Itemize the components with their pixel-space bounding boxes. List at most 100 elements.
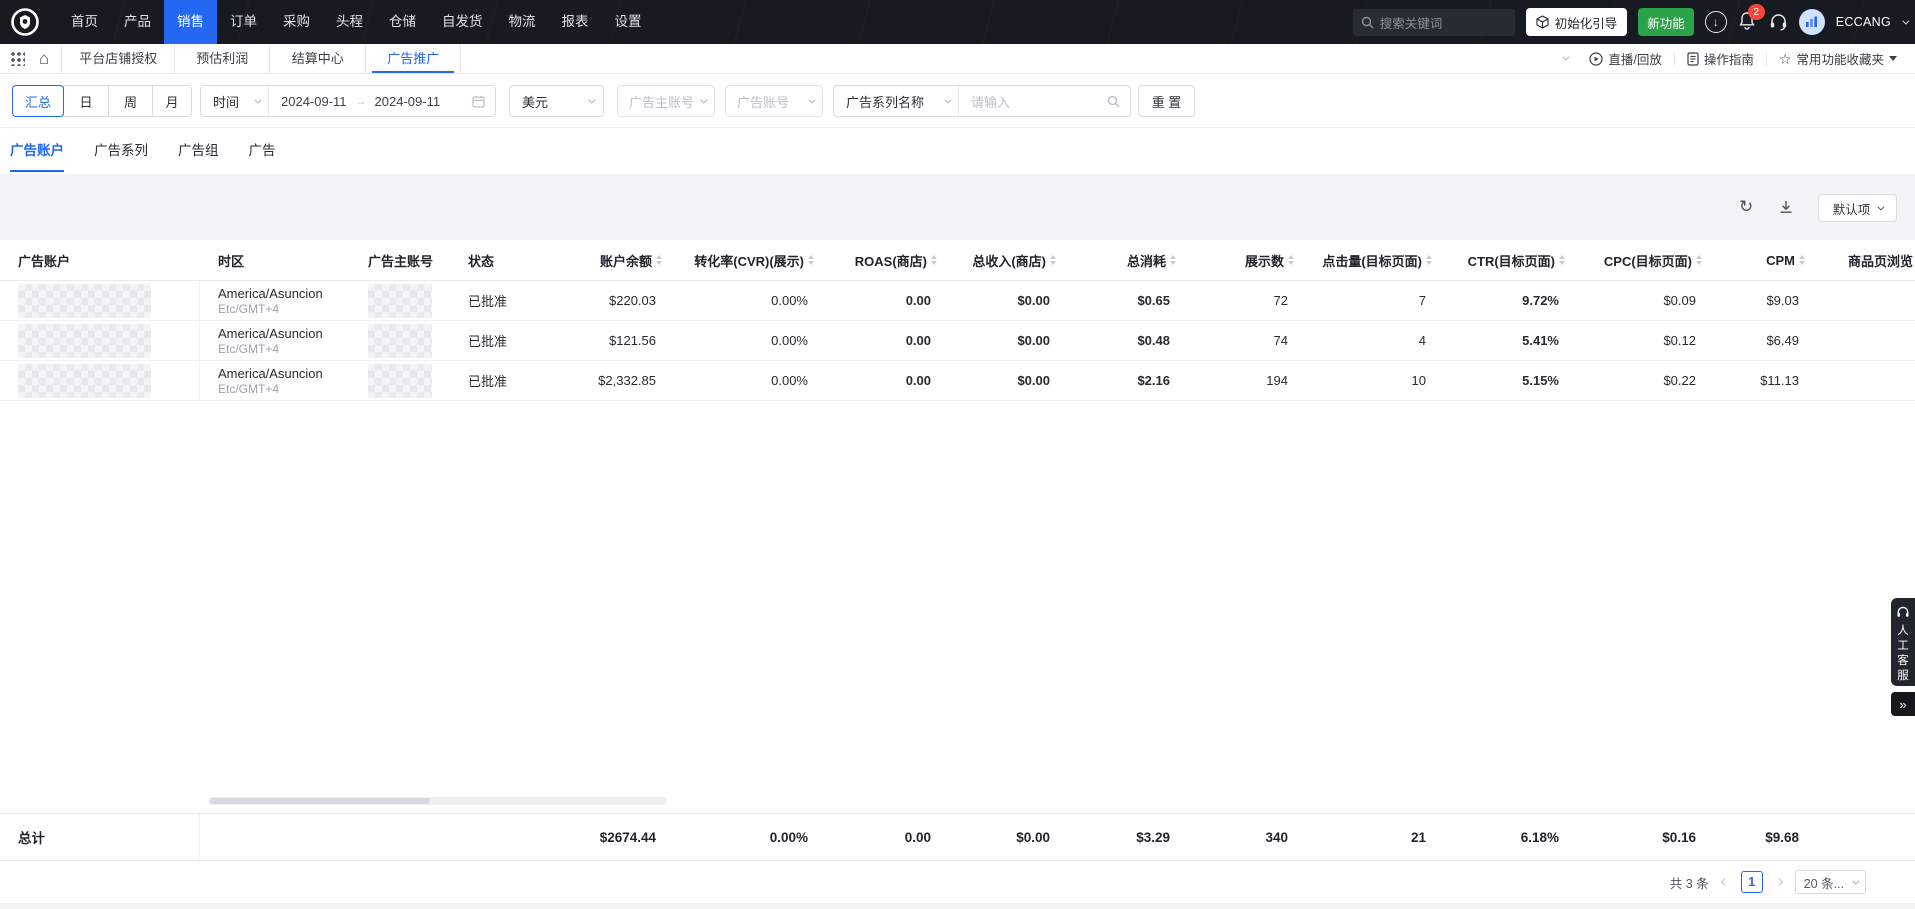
global-search-input[interactable]: 搜索关键词 [1353,9,1515,36]
top-navbar: 首页 产品 销售 订单 采购 头程 仓储 自发货 物流 报表 设置 搜索关键词 … [0,0,1915,44]
menu-first-leg[interactable]: 头程 [323,0,376,44]
subtab-campaign[interactable]: 广告系列 [94,128,148,174]
campaign-field-select[interactable]: 广告系列名称 [834,86,958,116]
revenue-cell: $0.00 [941,293,1060,308]
collapse-chevron-icon[interactable] [1563,54,1570,61]
download-center-icon[interactable]: ↓ [1705,11,1727,33]
col-header-timezone: 时区 [200,251,360,270]
menu-purchasing[interactable]: 采购 [270,0,323,44]
filter-bar: 汇总 日 周 月 时间 2024-09-11 → 2024-09-11 美元 广… [0,74,1915,128]
subtab-ad-account[interactable]: 广告账户 [10,128,64,174]
period-week-button[interactable]: 周 [108,85,153,117]
tab-estimated-profit[interactable]: 预估利润 [175,44,269,73]
status-cell: 已批准 [462,371,567,390]
table-row[interactable]: America/Asuncion Etc/GMT+4 已批准 $220.03 0… [0,281,1915,321]
menu-sales[interactable]: 销售 [164,0,217,44]
menu-settings[interactable]: 设置 [602,0,655,44]
scrollbar-thumb[interactable] [210,798,430,804]
chevron-down-icon [1878,203,1885,210]
operation-guide-button[interactable]: 操作指南 [1675,49,1766,68]
tab-platform-auth[interactable]: 平台店铺授权 [62,44,174,73]
period-summary-button[interactable]: 汇总 [12,85,64,117]
cpc-cell: $0.12 [1569,333,1706,348]
sort-icon[interactable] [931,252,937,268]
ad-account-cell [0,321,200,360]
menu-reports[interactable]: 报表 [549,0,602,44]
menu-logistics[interactable]: 物流 [496,0,549,44]
table-row[interactable]: America/Asuncion Etc/GMT+4 已批准 $121.56 0… [0,321,1915,361]
tab-settlement-center[interactable]: 结算中心 [270,44,365,73]
ctr-cell: 5.15% [1436,373,1569,388]
status-cell: 已批准 [462,331,567,350]
new-feature-button[interactable]: 新功能 [1638,8,1694,36]
favorites-button[interactable]: ☆ 常用功能收藏夹 [1767,49,1909,68]
advertiser-account-select[interactable]: 广告主账号 [617,85,715,117]
menu-home[interactable]: 首页 [58,0,111,44]
header-label: 账户余额 [600,251,652,270]
brand-logo[interactable] [10,7,40,37]
headset-icon[interactable] [1769,13,1788,31]
header-label: 转化率(CVR)(展示) [694,251,804,270]
apps-grid-icon[interactable] [10,51,25,66]
balance-cell: $121.56 [567,333,666,348]
sort-icon[interactable] [1799,252,1805,268]
sort-icon[interactable] [1288,252,1294,268]
period-month-button[interactable]: 月 [152,85,192,117]
sort-icon[interactable] [808,252,814,268]
time-type-select[interactable]: 时间 [201,86,268,116]
menu-warehouse[interactable]: 仓储 [376,0,429,44]
reset-button[interactable]: 重 置 [1138,85,1195,117]
timezone-offset: Etc/GMT+4 [218,382,360,397]
impressions-cell: 74 [1180,333,1298,348]
menu-self-shipping[interactable]: 自发货 [429,0,496,44]
tab-ad-promotion[interactable]: 广告推广 [366,44,460,73]
prev-page-button[interactable] [1718,871,1732,893]
currency-select[interactable]: 美元 [509,85,604,117]
page-size-select[interactable]: 20 条... [1795,870,1866,894]
total-revenue: $0.00 [941,830,1060,845]
sort-icon[interactable] [1559,252,1565,268]
ad-account-placeholder: 广告账号 [737,92,789,111]
subtab-ad[interactable]: 广告 [249,128,276,174]
notifications-button[interactable]: 2 [1738,11,1758,33]
sort-icon[interactable] [1696,252,1702,268]
default-view-select[interactable]: 默认项 [1818,194,1897,222]
page-number-button[interactable]: 1 [1741,871,1763,893]
subtab-ad-group[interactable]: 广告组 [178,128,219,174]
redacted-advertiser [368,324,432,358]
header-label: 总收入(商店) [972,251,1046,270]
redacted-ad-account [18,364,151,398]
table-row[interactable]: America/Asuncion Etc/GMT+4 已批准 $2,332.85… [0,361,1915,401]
sort-icon[interactable] [1426,252,1432,268]
horizontal-scrollbar[interactable] [208,797,667,805]
keyword-input[interactable]: 请输入 [959,86,1130,116]
data-table: 广告账户 时区 广告主账号 状态 账户余额 转化率(CVR)(展示) ROAS(… [0,240,1915,903]
headset-icon [1896,606,1910,619]
menu-products[interactable]: 产品 [111,0,164,44]
init-guide-button[interactable]: 初始化引导 [1526,8,1628,36]
account-chevron-down-icon[interactable] [1902,17,1909,24]
refresh-icon[interactable]: ↻ [1739,197,1753,217]
next-page-button[interactable] [1772,871,1786,893]
download-icon[interactable] [1778,199,1794,215]
account-name[interactable]: ECCANG [1836,15,1891,29]
sort-icon[interactable] [1050,252,1056,268]
sort-icon[interactable] [1170,252,1176,268]
menu-orders[interactable]: 订单 [217,0,270,44]
sort-icon[interactable] [656,252,662,268]
ad-account-select[interactable]: 广告账号 [725,85,823,117]
col-header-roas: ROAS(商店) [818,251,941,270]
period-day-button[interactable]: 日 [63,85,109,117]
clicks-cell: 4 [1298,333,1436,348]
total-cpm: $9.68 [1706,830,1809,845]
page-tab-bar: ⌂ 平台店铺授权 预估利润 结算中心 广告推广 直播/回放 操作指南 [0,44,1915,74]
live-replay-button[interactable]: 直播/回放 [1577,49,1673,68]
date-range-input[interactable]: 2024-09-11 → 2024-09-11 [269,86,495,116]
home-icon[interactable]: ⌂ [39,50,49,67]
impressions-cell: 194 [1180,373,1298,388]
customer-service-widget[interactable]: 人工客服 [1891,598,1915,686]
expand-panel-button[interactable]: » [1891,692,1915,716]
total-label-cell: 总计 [0,814,200,860]
avatar[interactable] [1799,9,1825,35]
cube-icon [1536,15,1549,29]
